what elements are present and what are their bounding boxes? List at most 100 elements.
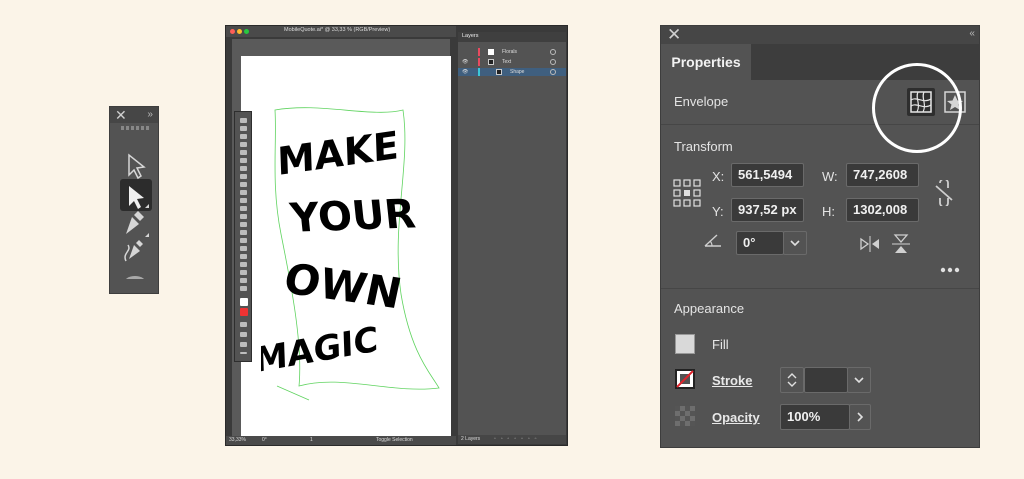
- stroke-weight-input[interactable]: [804, 367, 848, 393]
- paintbrush-tool-icon[interactable]: [240, 166, 247, 171]
- layers-panel-header: Layers: [458, 32, 566, 42]
- target-icon[interactable]: [550, 49, 556, 55]
- ellipse-tool-icon[interactable]: [124, 276, 146, 279]
- ellipse-tool-icon[interactable]: [240, 158, 247, 163]
- stroke-weight-stepper[interactable]: [780, 367, 804, 393]
- w-input[interactable]: 747,2608: [846, 163, 919, 187]
- layers-footer: 2 Layers ▫▫▫▫▫▫▫: [458, 435, 566, 444]
- rotate-view-field[interactable]: 0°: [262, 436, 267, 445]
- zoom-level[interactable]: 33,33%: [229, 436, 246, 445]
- status-bar: 33,33% 0° 1 Toggle Selection: [226, 436, 456, 445]
- width-tool-icon[interactable]: [240, 214, 247, 219]
- screen-mode-icon[interactable]: [240, 342, 247, 347]
- zoom-tool-icon[interactable]: [240, 286, 247, 291]
- section-divider: [661, 288, 979, 289]
- art-line-2: YOUR: [287, 191, 418, 241]
- highlight-circle: [872, 63, 962, 153]
- toolbar-tools-svg: [124, 153, 149, 279]
- maximize-window-icon[interactable]: [244, 29, 249, 34]
- layers-footer-icons[interactable]: ▫▫▫▫▫▫▫: [494, 435, 541, 444]
- layers-tab[interactable]: Layers: [462, 33, 479, 39]
- stroke-swatch-icon[interactable]: [240, 308, 248, 316]
- angle-input[interactable]: 0°: [736, 231, 784, 255]
- opacity-icon[interactable]: [675, 406, 695, 426]
- shape-builder-tool-icon[interactable]: [240, 230, 247, 235]
- blend-tool-icon[interactable]: [240, 254, 247, 259]
- layer-thumbnail: [488, 49, 494, 55]
- h-label: H:: [822, 204, 835, 219]
- direct-selection-tool-icon[interactable]: [129, 186, 149, 209]
- layer-row[interactable]: 👁 Text: [458, 58, 566, 66]
- illustrator-window: MobileQuote.ai* @ 33,33 % (RGB/Preview): [225, 25, 568, 446]
- artboard-tool-icon[interactable]: [240, 270, 247, 275]
- chevron-down-icon: [854, 377, 864, 384]
- selection-tool-icon[interactable]: [128, 153, 146, 180]
- appearance-label: Appearance: [674, 301, 745, 316]
- target-icon[interactable]: [550, 59, 556, 65]
- eyedropper-tool-icon[interactable]: [240, 246, 247, 251]
- status-text[interactable]: Toggle Selection: [376, 436, 413, 445]
- layers-panel: Layers Florals 👁 Text 👁 Shape 2 Layers ▫…: [458, 32, 566, 444]
- layer-row-selected[interactable]: 👁 Shape: [458, 68, 566, 76]
- layer-label: Text: [502, 59, 512, 65]
- more-tools-icon[interactable]: [240, 352, 247, 354]
- layer-row[interactable]: Florals: [458, 48, 566, 56]
- x-input[interactable]: 561,5494: [731, 163, 804, 187]
- draw-mode-icon[interactable]: [240, 332, 247, 337]
- flip-horizontal-icon[interactable]: [859, 235, 881, 253]
- scale-tool-icon[interactable]: [240, 206, 247, 211]
- gradient-tool-icon[interactable]: [240, 238, 247, 243]
- selection-tool-icon[interactable]: [240, 118, 247, 123]
- pen-tool-icon[interactable]: [126, 211, 149, 237]
- artboard-navigator[interactable]: 1: [310, 436, 313, 445]
- symbol-sprayer-tool-icon[interactable]: [240, 262, 247, 267]
- layers-count: 2 Layers: [461, 436, 481, 442]
- color-mode-icon[interactable]: [240, 322, 247, 327]
- close-icon[interactable]: ✕: [667, 26, 681, 44]
- curvature-tool-icon[interactable]: [124, 240, 143, 262]
- layer-color-bar: [478, 48, 480, 56]
- layer-label: Florals: [502, 49, 518, 55]
- opacity-menu-button[interactable]: [849, 404, 871, 430]
- art-line-3: OWN: [280, 254, 406, 318]
- rotate-tool-icon[interactable]: [240, 190, 247, 195]
- stroke-label[interactable]: Stroke: [712, 373, 752, 388]
- warped-text-artwork[interactable]: MAKE YOUR OWN MAGIC: [261, 104, 451, 404]
- more-options-icon[interactable]: [939, 266, 961, 274]
- tab-properties[interactable]: Properties: [661, 44, 751, 80]
- eye-icon[interactable]: 👁: [462, 68, 468, 76]
- opacity-label[interactable]: Opacity: [712, 410, 760, 425]
- w-label: W:: [822, 169, 838, 184]
- eraser-tool-icon[interactable]: [240, 198, 247, 203]
- pen-tool-icon[interactable]: [240, 134, 247, 139]
- minimize-window-icon[interactable]: [237, 29, 242, 34]
- fill-swatch[interactable]: [675, 334, 695, 354]
- close-window-icon[interactable]: [230, 29, 235, 34]
- collapse-chevron-icon[interactable]: ‹‹: [969, 28, 975, 39]
- pencil-tool-icon[interactable]: [240, 150, 247, 155]
- free-transform-tool-icon[interactable]: [240, 222, 247, 227]
- direct-selection-tool-icon[interactable]: [240, 126, 247, 131]
- eye-icon[interactable]: 👁: [462, 58, 468, 66]
- hand-tool-icon[interactable]: [240, 278, 247, 283]
- layer-thumbnail: [496, 69, 502, 75]
- flip-vertical-icon[interactable]: [891, 233, 911, 255]
- angle-icon: [704, 234, 721, 247]
- type-tool-icon[interactable]: [240, 174, 247, 179]
- line-tool-icon[interactable]: [240, 182, 247, 187]
- h-input[interactable]: 1302,008: [846, 198, 919, 222]
- reference-point-icon[interactable]: [673, 179, 701, 207]
- layer-color-bar: [478, 58, 480, 66]
- stroke-swatch[interactable]: [675, 369, 695, 389]
- constrain-proportions-icon[interactable]: [933, 180, 955, 206]
- target-icon[interactable]: [550, 69, 556, 75]
- fill-swatch-icon[interactable]: [240, 298, 248, 306]
- y-input[interactable]: 937,52 px: [731, 198, 804, 222]
- document-title: MobileQuote.ai* @ 33,33 % (RGB/Preview): [284, 27, 391, 33]
- stepper-arrows-icon: [787, 373, 797, 387]
- stroke-weight-dropdown[interactable]: [847, 367, 871, 393]
- curvature-tool-icon[interactable]: [240, 142, 247, 147]
- floating-toolbar: [234, 111, 252, 362]
- opacity-input[interactable]: 100%: [780, 404, 850, 430]
- angle-dropdown[interactable]: [783, 231, 807, 255]
